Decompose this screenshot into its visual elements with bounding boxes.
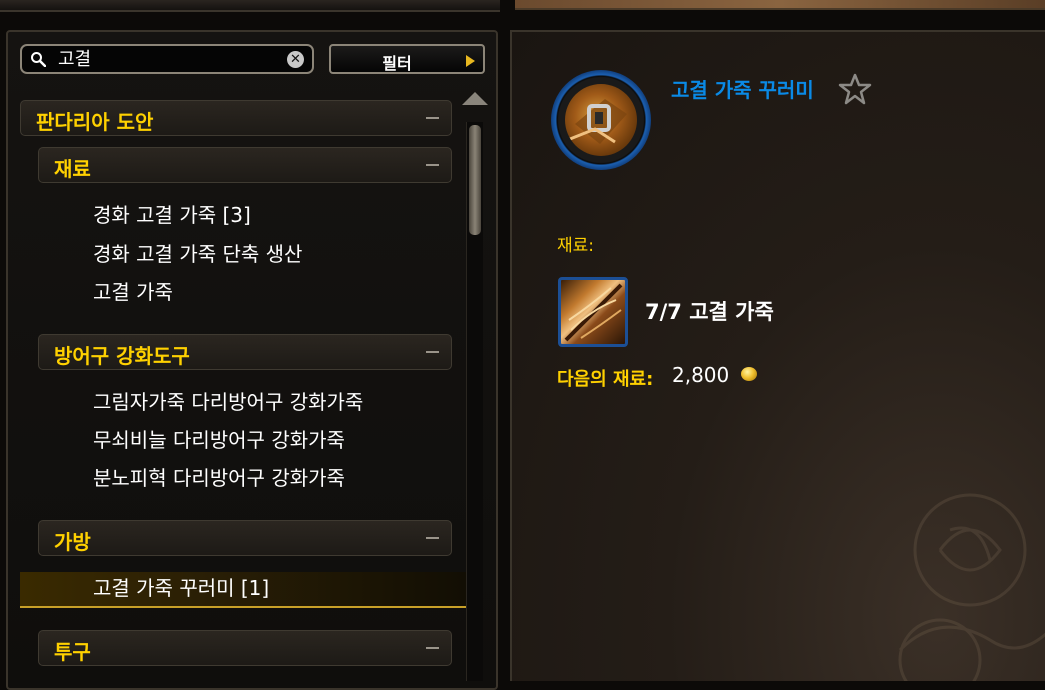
recipe-item[interactable]: 고결 가죽 [93, 278, 173, 306]
category-helms[interactable]: 투구 [38, 630, 452, 666]
scroll-up-icon[interactable] [462, 92, 488, 105]
category-armor-kits[interactable]: 방어구 강화도구 [38, 334, 452, 370]
reagent-count-name: 7/7 고결 가죽 [645, 300, 774, 324]
category-bags[interactable]: 가방 [38, 520, 452, 556]
search-input[interactable]: 고결 ✕ [20, 44, 314, 74]
recipe-item[interactable]: 경화 고결 가죽 [3] [93, 201, 251, 229]
top-frame-right [515, 0, 1045, 10]
recipe-item[interactable]: 그림자가죽 다리방어구 강화가죽 [93, 388, 363, 416]
category-materials[interactable]: 재료 [38, 147, 452, 183]
collapse-icon[interactable] [426, 537, 439, 539]
recipe-item[interactable]: 경화 고결 가죽 단축 생산 [93, 240, 302, 268]
scrollbar-thumb[interactable] [469, 125, 481, 235]
collapse-icon[interactable] [426, 351, 439, 353]
item-name[interactable]: 고결 가죽 꾸러미 [671, 74, 814, 103]
rose-decoration [898, 493, 1045, 681]
category-label: 재료 [54, 157, 91, 181]
recipe-item-selected[interactable]: 고결 가죽 꾸러미 [1] [93, 574, 269, 602]
next-reagent-label: 다음의 재료: [557, 369, 654, 390]
category-label: 투구 [54, 640, 91, 664]
category-label: 가방 [54, 530, 91, 554]
collapse-icon[interactable] [426, 164, 439, 166]
category-pandaria-patterns[interactable]: 판다리아 도안 [20, 100, 452, 136]
clear-icon[interactable]: ✕ [287, 51, 304, 68]
search-value: 고결 [58, 49, 92, 70]
filter-label: 필터 [382, 54, 412, 73]
next-reagent-value: 2,800 [672, 363, 730, 387]
leather-bundle-icon[interactable] [565, 84, 637, 156]
recipe-item[interactable]: 무쇠비늘 다리방어구 강화가죽 [93, 426, 345, 454]
category-label: 판다리아 도안 [36, 110, 154, 134]
top-frame-left [0, 0, 500, 12]
collapse-icon[interactable] [426, 117, 439, 119]
filter-button[interactable]: 필터 [329, 44, 485, 74]
recipe-item[interactable]: 분노피혁 다리방어구 강화가죽 [93, 464, 345, 492]
collapse-icon[interactable] [426, 647, 439, 649]
reagents-label: 재료: [557, 236, 595, 256]
play-arrow-icon [466, 55, 475, 67]
gold-coin-icon [741, 367, 757, 381]
search-icon [31, 52, 46, 67]
leather-icon[interactable] [558, 277, 628, 347]
star-icon[interactable] [838, 72, 872, 106]
category-label: 방어구 강화도구 [54, 344, 190, 368]
